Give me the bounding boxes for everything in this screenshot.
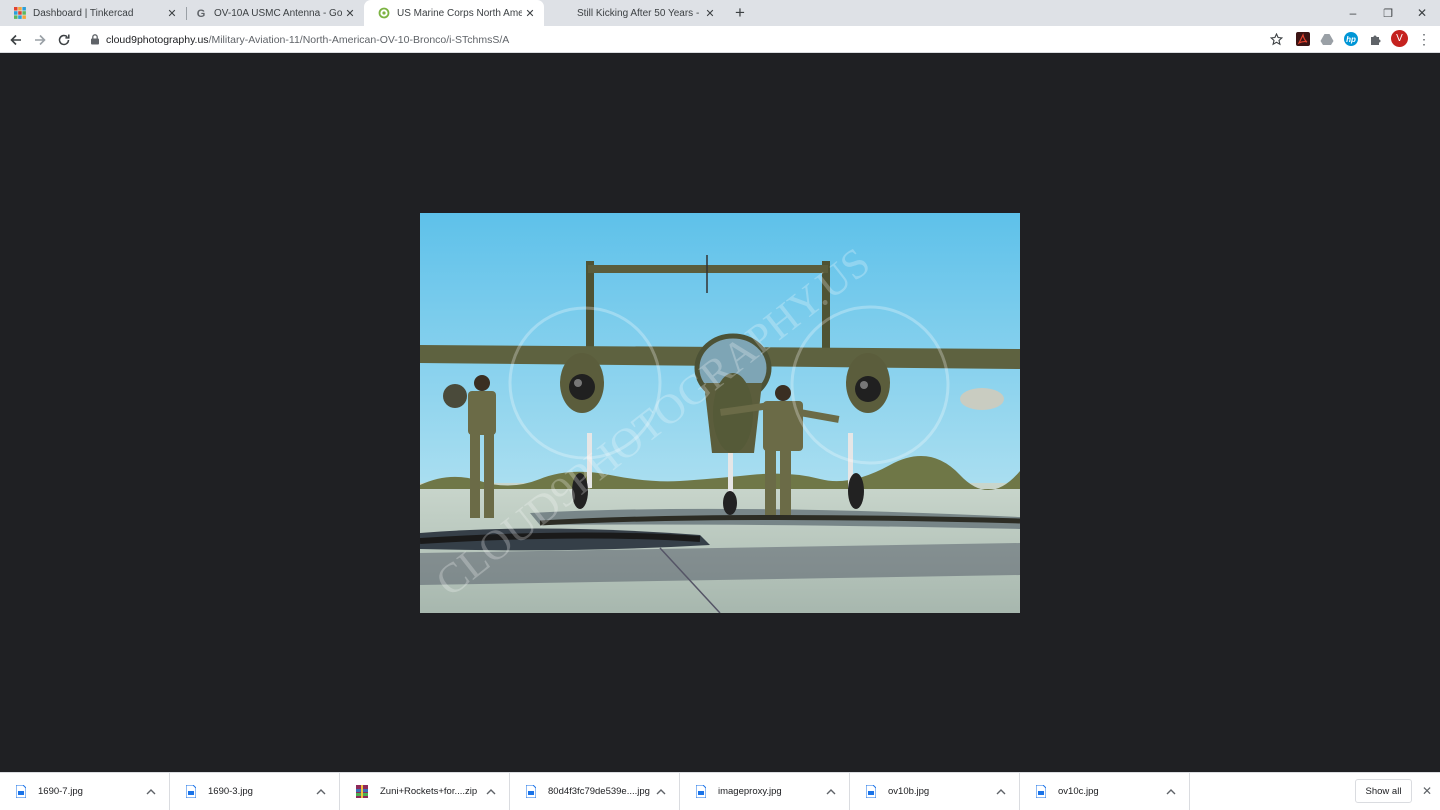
tab-strip: Dashboard | Tinkercad ✕ G OV-10A USMC An… (0, 0, 1440, 26)
tab-google-antenna[interactable]: G OV-10A USMC Antenna - Google ✕ (181, 0, 364, 26)
browser-toolbar: cloud9photography.us/Military-Aviation-1… (0, 26, 1440, 53)
download-item[interactable]: 1690-3.jpg (170, 773, 340, 810)
ov10-bronco-photo: CLOUD9PHOTOGRAPHY.US (420, 213, 1020, 613)
extensions-puzzle-icon[interactable] (1367, 31, 1383, 47)
chevron-up-icon[interactable] (823, 784, 839, 800)
download-item[interactable]: 80d4f3fc79de539e....jpg (510, 773, 680, 810)
download-filename: ov10b.jpg (888, 786, 930, 797)
back-arrow-icon[interactable] (5, 29, 27, 51)
close-shelf-icon[interactable]: ✕ (1418, 782, 1436, 800)
url-host: cloud9photography.us (106, 33, 209, 46)
image-file-icon (696, 785, 706, 798)
tab-title: Still Kicking After 50 Years - Phot (577, 7, 702, 19)
profile-avatar[interactable]: V (1391, 30, 1408, 47)
image-file-icon (16, 785, 26, 798)
tab-title: Dashboard | Tinkercad (33, 7, 134, 19)
download-filename: imageproxy.jpg (718, 786, 782, 797)
close-window-icon[interactable]: ✕ (1405, 0, 1439, 26)
lock-icon[interactable] (88, 33, 102, 47)
download-filename: 1690-7.jpg (38, 786, 83, 797)
tab-close-icon[interactable]: ✕ (522, 5, 538, 21)
svg-text:hp: hp (1346, 35, 1356, 44)
svg-text:G: G (197, 8, 206, 19)
tab-usmc-north-american[interactable]: US Marine Corps North American ✕ (364, 0, 544, 26)
download-filename: ov10c.jpg (1058, 786, 1099, 797)
download-item[interactable]: imageproxy.jpg (680, 773, 850, 810)
download-item[interactable]: Zuni+Rockets+for....zip (340, 773, 510, 810)
forward-arrow-icon[interactable] (29, 29, 51, 51)
tab-close-icon[interactable]: ✕ (164, 5, 180, 21)
minimize-window-icon[interactable]: – (1336, 0, 1370, 26)
blank-favicon-icon (558, 7, 570, 19)
chrome-menu-icon[interactable]: ⋮ (1416, 30, 1432, 48)
tab-close-icon[interactable]: ✕ (342, 5, 358, 21)
chevron-up-icon[interactable] (313, 784, 329, 800)
url-path: /Military-Aviation-11/North-American-OV-… (208, 33, 510, 46)
download-item[interactable]: ov10c.jpg (1020, 773, 1190, 810)
drive-extension-icon[interactable] (1319, 31, 1335, 47)
acrobat-extension-icon[interactable] (1295, 31, 1311, 47)
image-file-icon (186, 785, 196, 798)
image-file-icon (526, 785, 536, 798)
download-filename: 1690-3.jpg (208, 786, 253, 797)
hp-extension-icon[interactable]: hp (1343, 31, 1359, 47)
reload-icon[interactable] (53, 29, 75, 51)
download-shelf: 1690-7.jpg 1690-3.jpg Zuni+Rockets+for..… (0, 772, 1440, 810)
address-bar[interactable]: cloud9photography.us/Military-Aviation-1… (84, 28, 1290, 51)
show-all-downloads-button[interactable]: Show all (1355, 779, 1412, 803)
tab-title: OV-10A USMC Antenna - Google (214, 7, 342, 19)
image-file-icon (1036, 785, 1046, 798)
tab-close-icon[interactable]: ✕ (702, 5, 718, 21)
new-tab-plus-icon[interactable]: + (730, 3, 750, 23)
google-icon: G (197, 8, 206, 19)
chevron-up-icon[interactable] (993, 784, 1009, 800)
tab-tinkercad[interactable]: Dashboard | Tinkercad ✕ (0, 0, 186, 26)
image-file-icon (866, 785, 876, 798)
tinkercad-grid-icon (14, 7, 26, 19)
tab-title: US Marine Corps North American (397, 7, 522, 19)
aircraft-photo[interactable]: CLOUD9PHOTOGRAPHY.US (420, 213, 1020, 613)
image-viewer: CLOUD9PHOTOGRAPHY.US (0, 54, 1440, 772)
chevron-up-icon[interactable] (653, 784, 669, 800)
cloud9-icon (378, 7, 390, 19)
chevron-up-icon[interactable] (1163, 784, 1179, 800)
download-filename: 80d4f3fc79de539e....jpg (548, 786, 650, 797)
download-item[interactable]: 1690-7.jpg (0, 773, 170, 810)
download-filename: Zuni+Rockets+for....zip (380, 786, 478, 797)
chevron-up-icon[interactable] (143, 784, 159, 800)
chevron-up-icon[interactable] (483, 784, 499, 800)
tab-still-kicking[interactable]: Still Kicking After 50 Years - Phot ✕ (544, 0, 724, 26)
bookmark-star-icon[interactable] (1268, 31, 1284, 47)
restore-window-icon[interactable]: ❐ (1371, 0, 1405, 26)
download-item[interactable]: ov10b.jpg (850, 773, 1020, 810)
zip-file-icon (356, 785, 368, 798)
